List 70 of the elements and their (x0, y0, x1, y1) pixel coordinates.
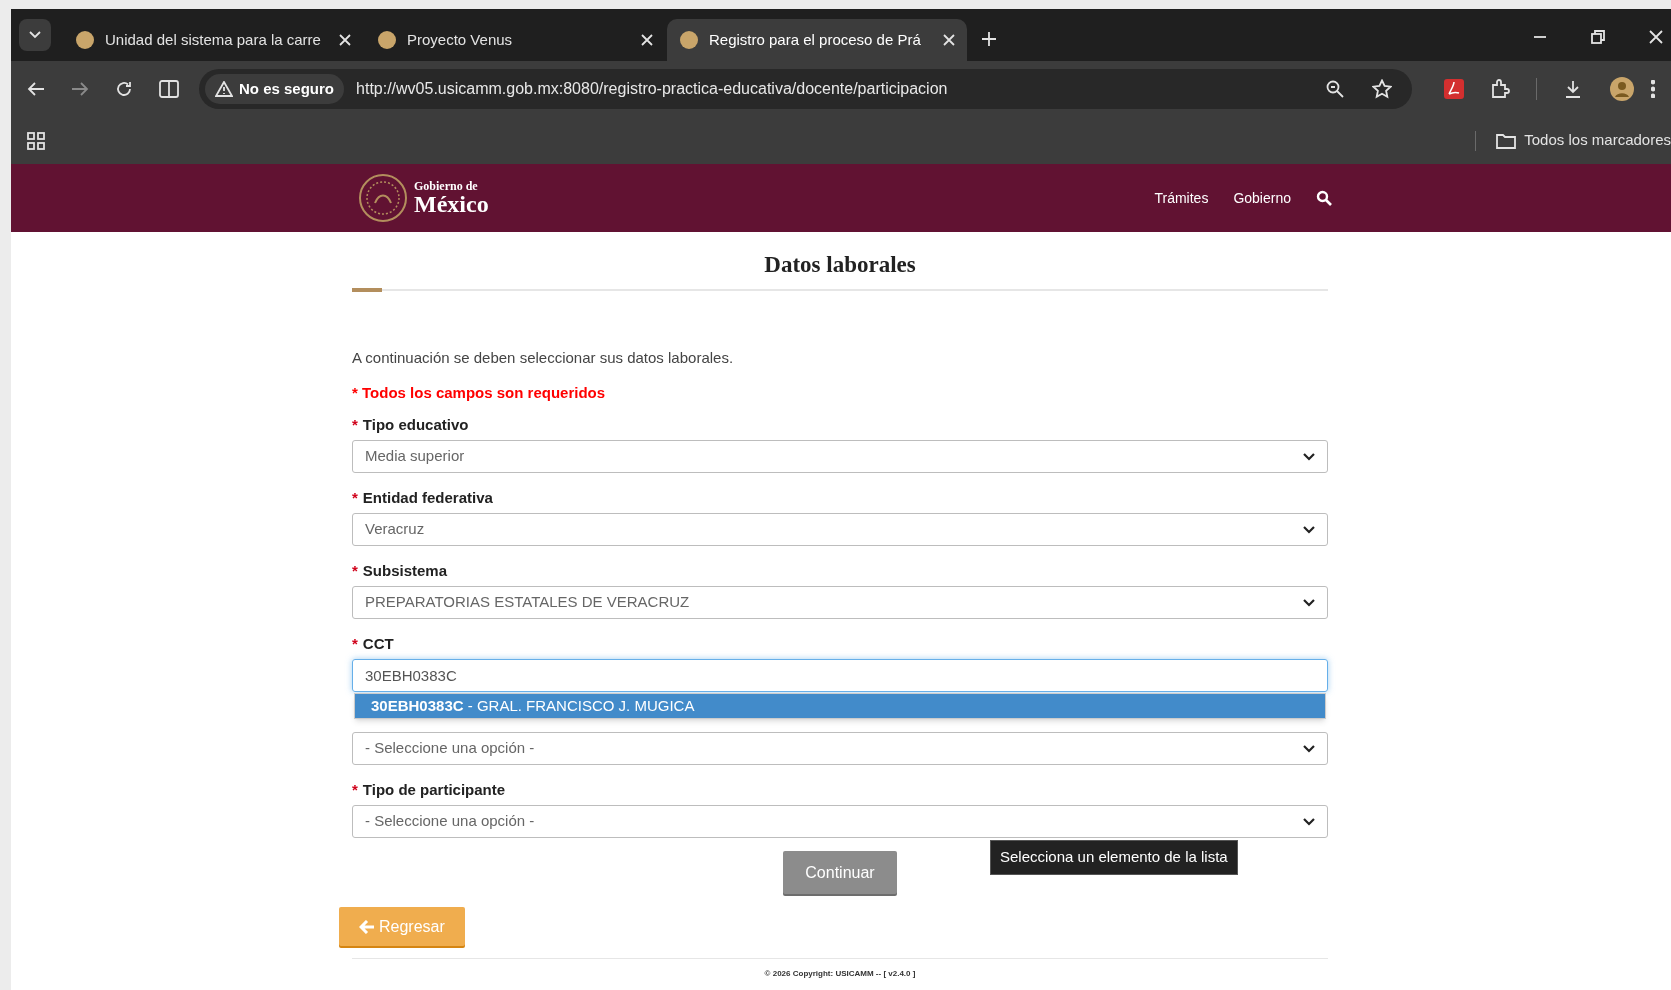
nav-link[interactable]: Trámites (1154, 187, 1209, 209)
chevron-down-icon (1303, 817, 1315, 826)
select-field[interactable]: Veracruz (352, 513, 1328, 546)
tab-title: Unidad del sistema para la carre (105, 29, 322, 50)
back-icon[interactable] (27, 81, 45, 97)
tooltip: Selecciona un elemento de la lista (990, 840, 1238, 875)
close-icon[interactable] (641, 34, 653, 46)
chevron-down-icon[interactable] (29, 31, 41, 39)
chevron-down-icon (1303, 744, 1315, 753)
chevron-down-icon (1303, 452, 1315, 461)
puzzle-icon[interactable] (1490, 79, 1510, 99)
download-icon[interactable] (1563, 79, 1583, 99)
select-field[interactable]: - Seleccione una opción - (352, 732, 1328, 765)
address-bar[interactable]: No es seguro http://wv05.usicamm.gob.mx:8080/registro-practica-educativa/docente/participacion (199, 69, 1412, 109)
field-label: CCT (362, 633, 394, 654)
title-underline (352, 288, 382, 292)
required-marker: * (352, 487, 358, 508)
tab-search-button[interactable] (19, 19, 51, 51)
browser-tab[interactable]: Unidad del sistema para la carre (63, 19, 363, 61)
tab-title: Registro para el proceso de Prá (709, 29, 922, 50)
url-text: http://wv05.usicamm.gob.mx:8080/registro-practica-educativa/docente/participacion (356, 79, 949, 99)
kebab-menu-icon[interactable] (1651, 80, 1655, 98)
split-view-icon[interactable] (159, 80, 179, 98)
suggestion-item[interactable]: 30EBH0383C - GRAL. FRANCISCO J. MUGICA (355, 694, 1325, 718)
chevron-down-icon (1303, 598, 1315, 607)
logo-text: México (414, 192, 489, 216)
select-field[interactable]: - Seleccione una opción - (352, 805, 1328, 838)
field-label: Entidad federativa (362, 487, 493, 508)
page-title: Datos laborales (763, 251, 917, 279)
bookmarks-folder[interactable]: Todos los marcadores (1496, 129, 1671, 152)
field-label: Subsistema (362, 560, 448, 581)
select-field[interactable]: PREPARATORIAS ESTATALES DE VERACRUZ (352, 586, 1328, 619)
text-field[interactable]: 30EBH0383C (352, 659, 1328, 692)
avatar-icon[interactable] (1609, 76, 1635, 102)
search-icon[interactable] (1316, 190, 1332, 206)
close-icon[interactable] (1649, 30, 1663, 44)
browser-tab[interactable]: Registro para el proceso de Prá (667, 19, 967, 61)
plus-icon[interactable] (981, 31, 997, 47)
zoom-icon[interactable] (1326, 80, 1344, 98)
intro-text: A continuación se deben seleccionar sus datos laborales. (352, 348, 735, 368)
nav-link[interactable]: Gobierno (1233, 187, 1291, 209)
browser-tab[interactable]: Proyecto Venus (365, 19, 665, 61)
arrow-left-icon (359, 919, 375, 934)
field-label: Tipo de participante (362, 779, 506, 800)
logo-text: Gobierno de (414, 180, 479, 192)
restore-icon[interactable] (1591, 30, 1605, 44)
required-marker: * (352, 414, 358, 435)
required-note: * Todos los campos son requeridos (352, 382, 607, 403)
bookmarks-label: Todos los marcadores (1524, 130, 1671, 151)
select-field[interactable]: Media superior (352, 440, 1328, 473)
reload-icon[interactable] (115, 80, 133, 98)
close-icon[interactable] (339, 34, 351, 46)
footer-text: © 2026 Copyright: USICAMM -- [ v2.4.0 ] (763, 969, 917, 979)
chevron-down-icon (1303, 525, 1315, 534)
warning-icon (215, 81, 233, 97)
security-label: No es seguro (239, 78, 335, 99)
pdf-icon[interactable] (1444, 79, 1464, 99)
tab-title: Proyecto Venus (407, 29, 514, 50)
apps-grid-icon[interactable] (27, 131, 45, 150)
close-icon[interactable] (943, 34, 955, 46)
required-marker: * (352, 560, 358, 581)
security-chip[interactable]: No es seguro (205, 74, 345, 104)
logo[interactable]: Gobierno de México (358, 173, 489, 223)
required-marker: * (352, 633, 358, 654)
required-marker: * (352, 779, 358, 800)
forward-icon[interactable] (71, 81, 89, 97)
folder-icon (1496, 132, 1517, 149)
seal-icon (358, 173, 408, 223)
field-label: Tipo educativo (362, 414, 469, 435)
star-icon[interactable] (1372, 79, 1392, 99)
